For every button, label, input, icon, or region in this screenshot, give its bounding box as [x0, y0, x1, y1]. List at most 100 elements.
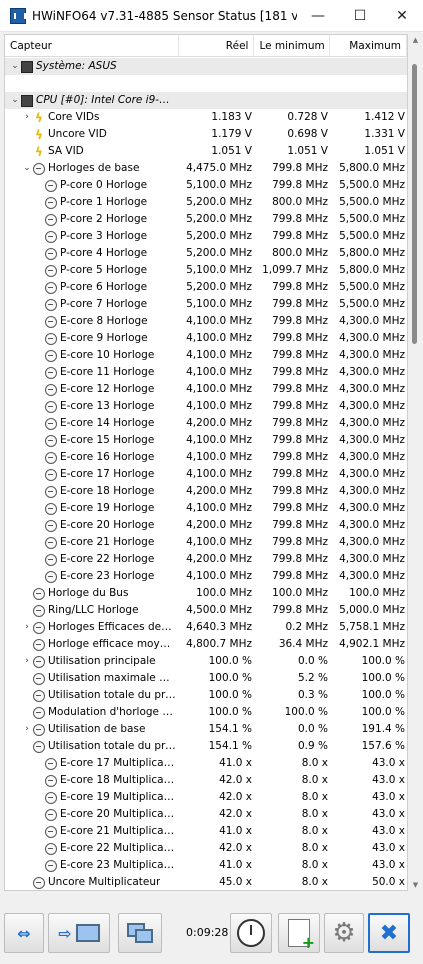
table-row[interactable]: Ring/LLC Horloge 4,500.0 MHz 799.8 MHz 5,00…	[5, 602, 407, 619]
current-value: 4,200.0 MHz	[186, 485, 252, 497]
minimize-button[interactable]: —	[297, 0, 339, 32]
table-row[interactable]: Uncore Multiplicateur 45.0 x 8.0 x 50.0 x	[5, 874, 407, 890]
reset-clock-button[interactable]	[230, 913, 272, 953]
scroll-down-icon[interactable]: ▼	[409, 879, 422, 891]
table-row[interactable]: E-core 23 Multiplicateur 41.0 x 8.0 x 43.0 …	[5, 857, 407, 874]
logging-button[interactable]	[278, 913, 320, 953]
sensor-name-cell: P-core 2 Horloge	[5, 211, 180, 228]
table-row[interactable]: ⌄ Horloges de base 4,475.0 MHz 799.8 MHz 5,8…	[5, 160, 407, 177]
table-row[interactable]: › Horloges Efficaces de… 4,640.3 MHz 0.2 MH…	[5, 619, 407, 636]
scroll-thumb[interactable]	[412, 64, 417, 344]
table-row[interactable]: E-core 22 Multiplicateur 42.0 x 8.0 x 43.0 …	[5, 840, 407, 857]
collapse-chevron-icon[interactable]: ⌄	[9, 61, 21, 73]
maximize-button[interactable]: ☐	[339, 0, 381, 32]
current-value: 42.0 x	[219, 808, 252, 820]
arrows-icon: ⇔	[17, 923, 31, 943]
current-value: 1.051 V	[211, 145, 252, 157]
vertical-scrollbar[interactable]: ▲ ▼	[409, 34, 422, 891]
table-row[interactable]: P-core 4 Horloge 5,200.0 MHz 800.0 MHz 5,80…	[5, 245, 407, 262]
expand-chevron-icon[interactable]: ›	[21, 112, 33, 124]
sensor-name-cell: E-core 20 Horloge	[5, 517, 180, 534]
close-window-button[interactable]: ✕	[381, 0, 423, 32]
table-row[interactable]: E-core 13 Horloge 4,100.0 MHz 799.8 MHz 4,3…	[5, 398, 407, 415]
table-row[interactable]: E-core 20 Horloge 4,200.0 MHz 799.8 MHz 4,3…	[5, 517, 407, 534]
table-row[interactable]: E-core 21 Multiplicateur 41.0 x 8.0 x 43.0 …	[5, 823, 407, 840]
table-row[interactable]: E-core 11 Horloge 4,100.0 MHz 799.8 MHz 4,3…	[5, 364, 407, 381]
table-row[interactable]: E-core 16 Horloge 4,100.0 MHz 799.8 MHz 4,3…	[5, 449, 407, 466]
sensor-name-cell: › Utilisation de base	[5, 721, 180, 738]
scroll-up-icon[interactable]: ▲	[409, 34, 422, 46]
table-row[interactable]: E-core 20 Multiplicateur 42.0 x 8.0 x 43.0 …	[5, 806, 407, 823]
close-button[interactable]: ✖	[368, 913, 410, 953]
sensor-name-cell: Ring/LLC Horloge	[5, 602, 180, 619]
table-row[interactable]: E-core 22 Horloge 4,200.0 MHz 799.8 MHz 4,3…	[5, 551, 407, 568]
collapse-chevron-icon[interactable]: ⌄	[9, 95, 21, 107]
sensor-window-button[interactable]: ⇨	[48, 913, 110, 953]
table-row[interactable]: ϟ Uncore VID 1.179 V 0.698 V 1.331 V	[5, 126, 407, 143]
table-row[interactable]: P-core 2 Horloge 5,200.0 MHz 799.8 MHz 5,50…	[5, 211, 407, 228]
expand-chevron-icon[interactable]: ›	[21, 656, 33, 668]
table-row[interactable]: P-core 7 Horloge 5,100.0 MHz 799.8 MHz 5,50…	[5, 296, 407, 313]
table-row[interactable]: Horloge efficace moyenne 4,800.7 MHz 36.4 …	[5, 636, 407, 653]
table-row[interactable]: E-core 9 Horloge 4,100.0 MHz 799.8 MHz 4,30…	[5, 330, 407, 347]
current-value: 154.1 %	[208, 723, 252, 735]
sensor-rows: ⌄ Système: ASUS ⌄ CPU [#0]: Intel Core i9-1…	[5, 58, 407, 890]
table-row[interactable]: E-core 14 Horloge 4,200.0 MHz 799.8 MHz 4,3…	[5, 415, 407, 432]
table-row[interactable]: E-core 15 Horloge 4,100.0 MHz 799.8 MHz 4,3…	[5, 432, 407, 449]
sensor-name-cell: P-core 7 Horloge	[5, 296, 180, 313]
column-header-minimum[interactable]: Le minimum	[254, 35, 331, 56]
table-row[interactable]: E-core 17 Horloge 4,100.0 MHz 799.8 MHz 4,3…	[5, 466, 407, 483]
table-row[interactable]: ϟ SA VID 1.051 V 1.051 V 1.051 V	[5, 143, 407, 160]
table-row[interactable]: E-core 23 Horloge 4,100.0 MHz 799.8 MHz 4,3…	[5, 568, 407, 585]
group-row[interactable]: ⌄ CPU [#0]: Intel Core i9-1…	[5, 92, 407, 109]
table-row[interactable]: Utilisation totale du proc… 100.0 % 0.3 % 1…	[5, 687, 407, 704]
table-row[interactable]: E-core 18 Horloge 4,200.0 MHz 799.8 MHz 4,3…	[5, 483, 407, 500]
table-row[interactable]: E-core 18 Multiplicateur 42.0 x 8.0 x 43.0 …	[5, 772, 407, 789]
table-row[interactable]: E-core 12 Horloge 4,100.0 MHz 799.8 MHz 4,3…	[5, 381, 407, 398]
table-row[interactable]: P-core 6 Horloge 5,200.0 MHz 799.8 MHz 5,50…	[5, 279, 407, 296]
minimum-value: 799.8 MHz	[272, 519, 328, 531]
column-header-current[interactable]: Réel	[179, 35, 255, 56]
table-row[interactable]: Utilisation maximale du pr… 100.0 % 5.2 % 1…	[5, 670, 407, 687]
minimum-value: 799.8 MHz	[272, 162, 328, 174]
table-row[interactable]: Utilisation totale du proc… 154.1 % 0.9 % 1…	[5, 738, 407, 755]
current-value: 4,200.0 MHz	[186, 417, 252, 429]
table-row[interactable]: › Utilisation de base 154.1 % 0.0 % 191.4 %	[5, 721, 407, 738]
clock-sensor-icon	[33, 162, 45, 175]
table-row[interactable]: E-core 8 Horloge 4,100.0 MHz 799.8 MHz 4,30…	[5, 313, 407, 330]
table-row[interactable]: E-core 19 Multiplicateur 42.0 x 8.0 x 43.0 …	[5, 789, 407, 806]
group-row[interactable]: ⌄ Système: ASUS	[5, 58, 407, 75]
table-row[interactable]: Horloge du Bus 100.0 MHz 100.0 MHz 100.0 MH…	[5, 585, 407, 602]
current-value: 5,100.0 MHz	[186, 298, 252, 310]
table-row[interactable]: E-core 17 Multiplicateur 41.0 x 8.0 x 43.0 …	[5, 755, 407, 772]
current-value: 4,100.0 MHz	[186, 536, 252, 548]
table-row[interactable]: P-core 3 Horloge 5,200.0 MHz 799.8 MHz 5,50…	[5, 228, 407, 245]
clock-sensor-icon	[45, 400, 57, 413]
settings-button[interactable]: ⚙	[324, 913, 364, 953]
maximum-value: 4,300.0 MHz	[339, 400, 405, 412]
column-header-sensor[interactable]: Capteur	[5, 35, 179, 56]
maximum-value: 43.0 x	[372, 791, 405, 803]
network-button[interactable]	[118, 913, 162, 953]
table-row[interactable]: › Utilisation principale 100.0 % 0.0 % 100.0…	[5, 653, 407, 670]
column-header-maximum[interactable]: Maximum	[330, 35, 407, 56]
table-row[interactable]: P-core 0 Horloge 5,100.0 MHz 799.8 MHz 5,50…	[5, 177, 407, 194]
table-row[interactable]: Modulation d'horloge à la… 100.0 % 100.0 %…	[5, 704, 407, 721]
table-row[interactable]: P-core 1 Horloge 5,200.0 MHz 800.0 MHz 5,50…	[5, 194, 407, 211]
table-row[interactable]: P-core 5 Horloge 5,100.0 MHz 1,099.7 MHz 5,…	[5, 262, 407, 279]
clock-sensor-icon	[45, 553, 57, 566]
table-row[interactable]: E-core 10 Horloge 4,100.0 MHz 799.8 MHz 4,3…	[5, 347, 407, 364]
expand-chevron-icon[interactable]: ›	[21, 724, 33, 736]
clock-sensor-icon	[33, 740, 45, 753]
table-row[interactable]: E-core 21 Horloge 4,100.0 MHz 799.8 MHz 4,3…	[5, 534, 407, 551]
clock-sensor-icon	[33, 706, 45, 719]
collapse-chevron-icon[interactable]: ⌄	[21, 163, 33, 175]
expand-chevron-icon[interactable]: ›	[21, 622, 33, 634]
layout-toggle-button[interactable]: ⇔	[4, 913, 44, 953]
table-row[interactable]: › ϟ Core VIDs 1.183 V 0.728 V 1.412 V	[5, 109, 407, 126]
table-row[interactable]: E-core 19 Horloge 4,100.0 MHz 799.8 MHz 4,3…	[5, 500, 407, 517]
